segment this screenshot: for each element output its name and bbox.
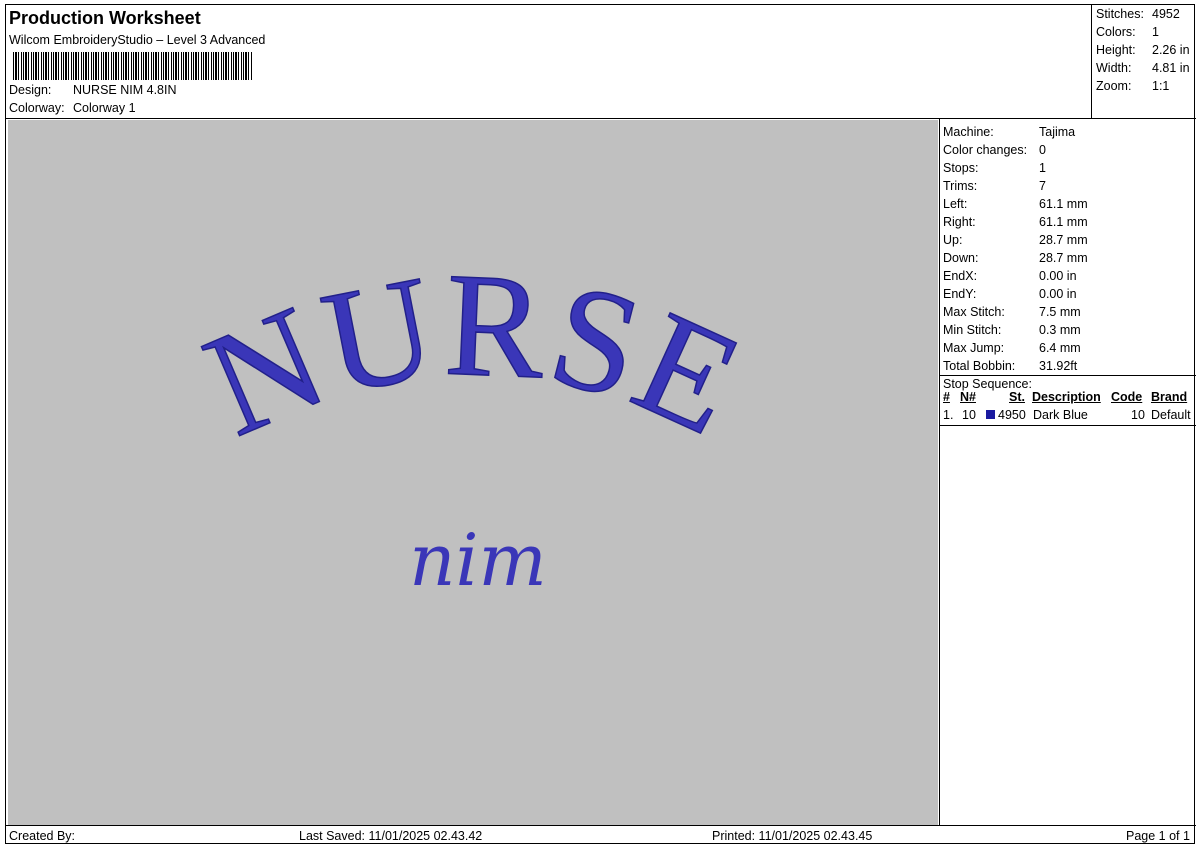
page-number: Page 1 of 1 (1126, 829, 1190, 843)
worksheet-footer: Created By: Last Saved: 11/01/2025 02.43… (6, 825, 1196, 844)
stop-row-code: 10 (1131, 408, 1145, 422)
embroidery-design: NURSE nim (183, 242, 764, 602)
summary-row-stitches: Stitches: 4952 (1096, 7, 1180, 21)
software-name: Wilcom EmbroideryStudio – Level 3 Advanc… (9, 33, 266, 47)
colorway-label: Colorway: (9, 101, 65, 115)
production-worksheet: Production Worksheet Wilcom EmbroiderySt… (5, 4, 1196, 844)
detail-value: 0.00 in (1039, 269, 1077, 283)
detail-label: Max Jump: (943, 341, 1005, 355)
summary-value: 1:1 (1152, 79, 1170, 93)
col-header-description: Description (1032, 390, 1101, 404)
detail-value: 61.1 mm (1039, 197, 1088, 211)
design-value: NURSE NIM 4.8IN (73, 83, 177, 97)
detail-value: 0.00 in (1039, 287, 1077, 301)
detail-value: 28.7 mm (1039, 251, 1088, 265)
thread-color-swatch (986, 410, 995, 419)
detail-label: Stops: (943, 161, 979, 175)
detail-label: Right: (943, 215, 976, 229)
detail-row-min-stitch: Min Stitch: 0.3 mm (943, 323, 1081, 337)
detail-row-endx: EndX: 0.00 in (943, 269, 1077, 283)
detail-row-total-bobbin: Total Bobbin: 31.92ft (943, 359, 1077, 373)
details-panel: Machine: Tajima Color changes: 0 Stops: 1 T… (939, 119, 1196, 825)
col-header-brand: Brand (1151, 390, 1188, 404)
created-by: Created By: (9, 829, 76, 843)
summary-row-colors: Colors: 1 (1096, 25, 1159, 39)
stop-row-n: 10 (962, 408, 976, 422)
col-header-n: N# (960, 390, 976, 404)
detail-label: Trims: (943, 179, 978, 193)
stop-sequence-title: Stop Sequence: (943, 377, 1032, 391)
detail-row-trims: Trims: 7 (943, 179, 1046, 193)
detail-value: 1 (1039, 161, 1046, 175)
stop-row-brand: Default (1151, 408, 1191, 422)
summary-label: Stitches: (1096, 7, 1144, 21)
detail-label: Total Bobbin: (943, 359, 1016, 373)
summary-value: 4.81 in (1152, 61, 1190, 75)
design-text-nim: nim (409, 518, 547, 602)
colorway-value: Colorway 1 (73, 101, 136, 115)
col-header-num: # (943, 390, 950, 404)
detail-value: Tajima (1039, 125, 1076, 139)
detail-row-machine: Machine: Tajima (943, 125, 1075, 139)
detail-row-color-changes: Color changes: 0 (943, 143, 1046, 157)
summary-value: 4952 (1152, 7, 1180, 21)
detail-value: 61.1 mm (1039, 215, 1088, 229)
col-header-st: St. (1009, 390, 1025, 404)
summary-value: 1 (1152, 25, 1159, 39)
detail-label: Min Stitch: (943, 323, 1002, 337)
summary-row-zoom: Zoom: 1:1 (1096, 79, 1169, 93)
detail-value: 7 (1039, 179, 1046, 193)
detail-value: 0 (1039, 143, 1046, 157)
detail-row-down: Down: 28.7 mm (943, 251, 1088, 265)
design-text-nurse: NURSE (184, 242, 764, 467)
worksheet-header: Production Worksheet Wilcom EmbroiderySt… (6, 5, 1196, 119)
detail-label: Up: (943, 233, 963, 247)
summary-panel: Stitches: 4952 Colors: 1 Height: 2.26 in Wi… (1091, 5, 1196, 119)
detail-label: Down: (943, 251, 979, 265)
detail-value: 0.3 mm (1039, 323, 1081, 337)
last-saved: Last Saved: 11/01/2025 02.43.42 (299, 829, 483, 843)
detail-label: Max Stitch: (943, 305, 1005, 319)
col-header-code: Code (1111, 390, 1143, 404)
detail-row-endy: EndY: 0.00 in (943, 287, 1077, 301)
summary-label: Height: (1096, 43, 1136, 57)
detail-label: Machine: (943, 125, 994, 139)
divider (940, 375, 1196, 376)
summary-label: Zoom: (1096, 79, 1132, 93)
barcode (13, 52, 253, 80)
detail-row-max-jump: Max Jump: 6.4 mm (943, 341, 1081, 355)
page-title: Production Worksheet (9, 8, 201, 28)
detail-row-left: Left: 61.1 mm (943, 197, 1088, 211)
detail-value: 28.7 mm (1039, 233, 1088, 247)
design-label: Design: (9, 83, 52, 97)
stop-row-num: 1. (943, 408, 954, 422)
design-preview: NURSE nim (8, 120, 938, 825)
detail-value: 6.4 mm (1039, 341, 1081, 355)
detail-row-right: Right: 61.1 mm (943, 215, 1088, 229)
stop-row-description: Dark Blue (1033, 408, 1088, 422)
detail-label: EndY: (943, 287, 977, 301)
summary-row-width: Width: 4.81 in (1096, 61, 1190, 75)
detail-value: 31.92ft (1039, 359, 1078, 373)
detail-row-stops: Stops: 1 (943, 161, 1046, 175)
printed-date: Printed: 11/01/2025 02.43.45 (712, 829, 873, 843)
colorway-row: Colorway: Colorway 1 (9, 101, 136, 115)
summary-label: Colors: (1096, 25, 1136, 39)
divider (940, 425, 1196, 426)
summary-label: Width: (1096, 61, 1132, 75)
summary-row-height: Height: 2.26 in (1096, 43, 1190, 57)
summary-value: 2.26 in (1152, 43, 1190, 57)
detail-label: Left: (943, 197, 968, 211)
detail-label: Color changes: (943, 143, 1028, 157)
detail-label: EndX: (943, 269, 978, 283)
stop-row-stitches: 4950 (998, 408, 1026, 422)
detail-row-max-stitch: Max Stitch: 7.5 mm (943, 305, 1081, 319)
detail-row-up: Up: 28.7 mm (943, 233, 1088, 247)
detail-value: 7.5 mm (1039, 305, 1081, 319)
design-row: Design: NURSE NIM 4.8IN (9, 83, 177, 97)
